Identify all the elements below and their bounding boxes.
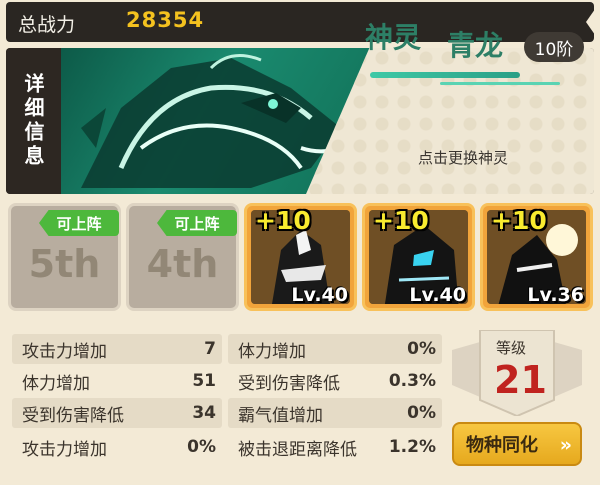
- stat-name: 被击退距离降低: [238, 439, 357, 460]
- god-name: 青龙: [447, 29, 504, 62]
- stat-value: 7: [204, 339, 216, 359]
- species-sync-label: 物种同化: [466, 435, 538, 456]
- stat-row: 体力增加 51: [12, 366, 222, 396]
- god-type-label: 神灵: [365, 21, 422, 54]
- stat-row: 攻击力增加 7: [12, 334, 222, 364]
- stat-value: 0.3%: [388, 371, 436, 391]
- stat-row: 体力增加 0%: [228, 334, 442, 364]
- level-label: 等级: [496, 339, 527, 357]
- stat-name: 受到伤害降低: [22, 405, 124, 426]
- enhance-level: +10: [373, 206, 429, 235]
- slot-number: 5th: [28, 242, 101, 286]
- stat-name: 攻击力增加: [22, 439, 107, 460]
- hero-level: Lv.40: [409, 284, 466, 306]
- bar-notch: [586, 2, 600, 42]
- stat-row: 霸气值增加 0%: [228, 398, 442, 428]
- stat-name: 霸气值增加: [238, 405, 323, 426]
- hero-slot-1[interactable]: +10 Lv.40: [244, 203, 357, 311]
- stat-value: 51: [192, 371, 216, 391]
- available-tag: 可上阵: [39, 210, 119, 236]
- hero-slot-2[interactable]: +10 Lv.40: [362, 203, 475, 311]
- slot-number: 4th: [146, 242, 219, 286]
- hero-slot-3[interactable]: +10 Lv.36: [480, 203, 593, 311]
- stat-name: 受到伤害降低: [238, 373, 340, 394]
- species-sync-button[interactable]: 物种同化 »: [452, 422, 582, 466]
- stat-row: 受到伤害降低 0.3%: [228, 366, 442, 396]
- name-underline-2: [440, 82, 560, 85]
- stat-row: 攻击力增加 0%: [12, 432, 222, 462]
- stat-name: 体力增加: [22, 373, 90, 394]
- enhance-level: +10: [255, 206, 311, 235]
- stat-name: 攻击力增加: [22, 341, 107, 362]
- name-underline: [370, 72, 520, 78]
- enhance-level: +10: [491, 206, 547, 235]
- stat-row: 受到伤害降低 34: [12, 398, 222, 428]
- slot-5th[interactable]: 可上阵 5th: [8, 203, 121, 311]
- double-chevron-right-icon: »: [559, 434, 572, 456]
- stat-name: 体力增加: [238, 341, 306, 362]
- god-banner[interactable]: 详细信息: [6, 48, 594, 194]
- stat-value: 1.2%: [388, 437, 436, 457]
- change-god-link[interactable]: 点击更换神灵: [418, 147, 508, 168]
- hero-level: Lv.36: [527, 284, 584, 306]
- slot-4th[interactable]: 可上阵 4th: [126, 203, 239, 311]
- hero-level: Lv.40: [291, 284, 348, 306]
- stat-value: 0%: [187, 437, 216, 457]
- stat-value: 34: [192, 403, 216, 423]
- stat-value: 0%: [407, 339, 436, 359]
- total-power-bar: 总战力 28354: [6, 2, 600, 42]
- total-power-label: 总战力: [18, 14, 76, 36]
- level-value: 21: [494, 358, 547, 402]
- rank-badge: 10阶: [524, 32, 584, 62]
- available-tag: 可上阵: [157, 210, 237, 236]
- stat-value: 0%: [407, 403, 436, 423]
- stat-row: 被击退距离降低 1.2%: [228, 432, 442, 462]
- details-tab[interactable]: 详细信息: [6, 48, 61, 194]
- details-tab-label: 详细信息: [21, 73, 45, 169]
- total-power-value: 28354: [126, 8, 205, 32]
